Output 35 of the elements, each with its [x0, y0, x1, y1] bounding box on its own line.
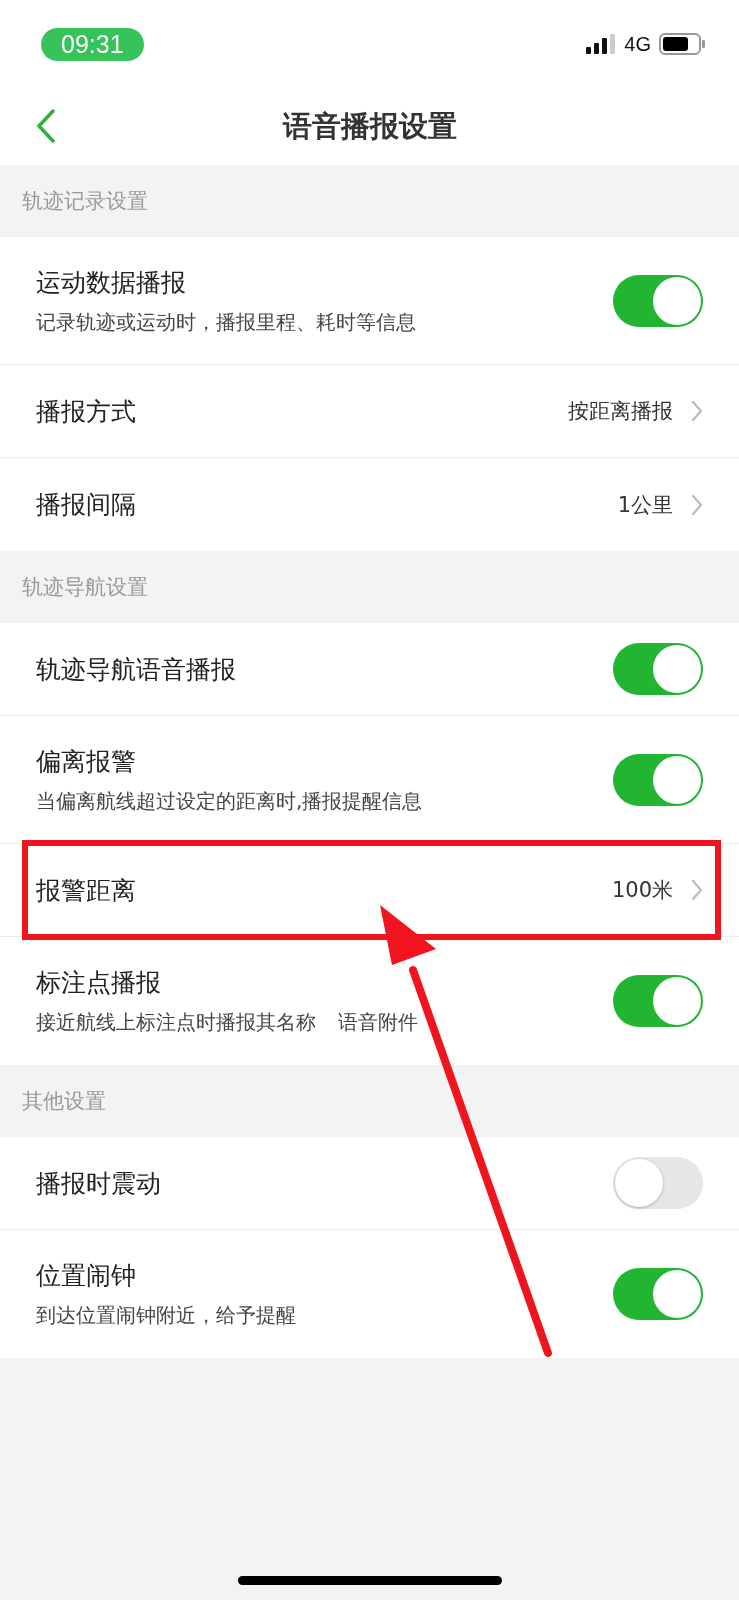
chevron-icon	[691, 879, 703, 901]
toggle-switch[interactable]	[613, 1157, 703, 1209]
setting-description: 记录轨迹或运动时，播报里程、耗时等信息	[36, 308, 416, 336]
battery-icon	[659, 33, 705, 55]
setting-description: 语音附件	[338, 1009, 418, 1036]
setting-title: 运动数据播报	[36, 266, 186, 299]
section-header: 其他设置	[22, 1088, 106, 1115]
section-header: 轨迹导航设置	[22, 574, 148, 601]
network-label: 4G	[624, 32, 651, 56]
toggle-switch[interactable]	[613, 975, 703, 1027]
setting-title: 播报时震动	[36, 1167, 161, 1200]
setting-description: 当偏离航线超过设定的距离时,播报提醒信息	[36, 787, 423, 815]
toggle-switch[interactable]	[613, 274, 703, 327]
setting-title: 偏离报警	[36, 745, 136, 778]
setting-value[interactable]: 按距离播报	[568, 397, 673, 425]
setting-value[interactable]: 100米	[611, 876, 673, 904]
toggle-switch[interactable]	[613, 1268, 703, 1320]
back-icon[interactable]	[36, 109, 56, 143]
signal-icon	[586, 34, 617, 54]
setting-title: 报警距离	[36, 874, 136, 907]
chevron-icon	[691, 400, 703, 422]
setting-title: 播报方式	[36, 395, 136, 428]
setting-title: 位置闹钟	[36, 1260, 136, 1292]
status-time: 09:31	[41, 27, 144, 61]
section-header: 轨迹记录设置	[22, 188, 148, 215]
setting-title: 轨迹导航语音播报	[36, 653, 236, 686]
setting-description: 接近航线上标注点时播报其名称	[36, 1009, 316, 1036]
chevron-icon	[691, 493, 703, 516]
setting-description: 到达位置闹钟附近，给予提醒	[36, 1302, 296, 1329]
setting-title: 标注点播报	[36, 967, 161, 999]
toggle-switch[interactable]	[613, 753, 703, 806]
page-title: 语音播报设置	[282, 107, 457, 145]
toggle-switch[interactable]	[613, 643, 703, 695]
setting-title: 播报间隔	[36, 489, 136, 521]
setting-value[interactable]: 1公里	[617, 490, 673, 519]
